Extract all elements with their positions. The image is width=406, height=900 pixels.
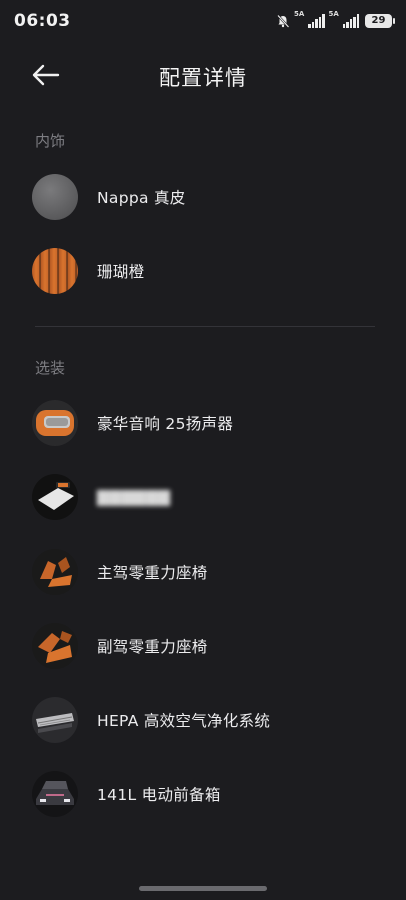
list-item-label: 副驾零重力座椅	[97, 638, 208, 656]
section-divider	[35, 326, 375, 327]
status-icons: 5A 5A 29	[276, 10, 395, 28]
driver-seat-thumb-icon	[32, 549, 78, 595]
section-title-options: 选装	[35, 359, 66, 377]
air-filter-thumb-icon	[32, 697, 78, 743]
list-item-label: 豪华音响 25扬声器	[97, 415, 234, 433]
gray-leather-swatch-icon	[32, 174, 78, 220]
device-thumb-icon	[32, 474, 78, 520]
list-item-front-trunk[interactable]: 141L 电动前备箱	[32, 769, 372, 819]
list-item-label: HEPA 高效空气净化系统	[97, 712, 271, 730]
list-item-label: 主驾零重力座椅	[97, 564, 208, 582]
section-title-interior: 内饰	[35, 132, 66, 150]
mute-bell-icon	[277, 14, 290, 28]
list-item-leather[interactable]: Nappa 真皮	[32, 172, 372, 222]
status-time: 06:03	[14, 11, 71, 31]
list-item-coral-orange[interactable]: 珊瑚橙	[32, 246, 372, 296]
list-item-driver-seat[interactable]: 主驾零重力座椅	[32, 547, 372, 597]
list-item-premium-audio[interactable]: 豪华音响 25扬声器	[32, 398, 372, 448]
front-trunk-thumb-icon	[32, 771, 78, 817]
list-item-label: 珊瑚橙	[97, 263, 145, 281]
page-header: 配置详情	[0, 52, 406, 98]
passenger-seat-thumb-icon	[32, 623, 78, 669]
list-item-label-obscured: ▇▇▇▇▇▇	[97, 488, 171, 506]
battery-indicator: 29	[365, 14, 395, 28]
list-item-passenger-seat[interactable]: 副驾零重力座椅	[32, 621, 372, 671]
speaker-thumb-icon	[32, 400, 78, 446]
list-item-label: 141L 电动前备箱	[97, 786, 221, 804]
list-item-label: Nappa 真皮	[97, 189, 186, 207]
signal-2-icon: 5A	[329, 10, 359, 28]
page-title: 配置详情	[159, 66, 247, 90]
orange-stripe-swatch-icon	[32, 248, 78, 294]
home-indicator[interactable]	[139, 886, 267, 891]
status-bar: 06:03 5A 5A 29	[0, 0, 406, 42]
signal-1-icon: 5A	[294, 10, 325, 28]
list-item-device[interactable]: ▇▇▇▇▇▇	[32, 472, 372, 522]
list-item-hepa[interactable]: HEPA 高效空气净化系统	[32, 695, 372, 745]
